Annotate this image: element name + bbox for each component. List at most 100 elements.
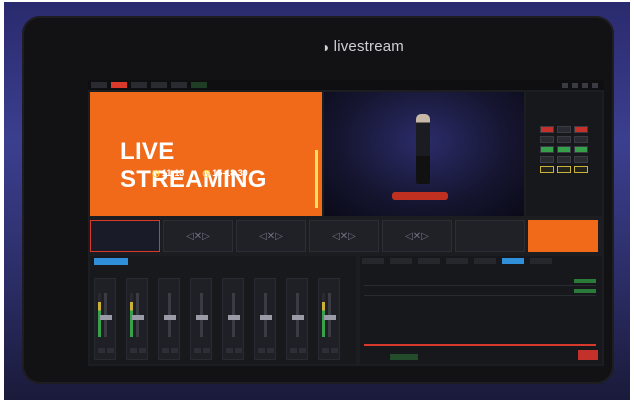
audio-mixer	[90, 256, 356, 364]
control-button[interactable]	[540, 126, 554, 133]
audio-strip	[222, 278, 244, 360]
preview-times: ◷ 11-13 ◷ 15-18.30	[152, 168, 248, 179]
list-item[interactable]	[364, 276, 596, 286]
mute-button[interactable]	[130, 348, 137, 353]
empty-source-icon: ◁✕▷	[186, 230, 210, 242]
control-button[interactable]	[574, 136, 588, 143]
solo-button[interactable]	[171, 348, 178, 353]
control-button[interactable]	[574, 166, 588, 173]
control-button[interactable]	[540, 166, 554, 173]
solo-button[interactable]	[331, 348, 338, 353]
preview-monitor[interactable]: LIVE STREAMING ◷ 11-13 ◷ 15-18.30	[90, 92, 322, 216]
fader-knob[interactable]	[132, 315, 144, 320]
source-thumbnails: ◁✕▷ ◁✕▷ ◁✕▷ ◁✕▷	[90, 220, 602, 254]
empty-source-icon: ◁✕▷	[405, 230, 429, 242]
mute-button[interactable]	[322, 348, 329, 353]
fader-knob[interactable]	[196, 315, 208, 320]
time-slot-2-text: 15-18.30	[212, 168, 248, 178]
graphics-panel	[360, 256, 602, 364]
toolbar-icon[interactable]	[592, 82, 598, 88]
control-button[interactable]	[557, 156, 571, 163]
studio-screen: LIVE STREAMING ◷ 11-13 ◷ 15-18.30 ◁✕▷ ◁✕…	[88, 80, 604, 366]
toolbar-icon[interactable]	[562, 82, 568, 88]
tablet-device: ◗ livestream LIVE STREAMING ◷ 11-13 ◷ 15…	[22, 16, 614, 384]
toolbar-tab[interactable]	[131, 82, 147, 88]
graphics-tab[interactable]	[530, 258, 552, 264]
mute-button[interactable]	[162, 348, 169, 353]
stage-platform	[392, 192, 448, 200]
control-button[interactable]	[557, 136, 571, 143]
control-button[interactable]	[557, 166, 571, 173]
mixer-tab-button[interactable]	[94, 258, 128, 265]
source-thumbnail-empty[interactable]: ◁✕▷	[382, 220, 452, 252]
mute-button[interactable]	[194, 348, 201, 353]
toolbar-icon[interactable]	[582, 82, 588, 88]
control-button[interactable]	[557, 146, 571, 153]
audio-strip	[126, 278, 148, 360]
control-button[interactable]	[574, 156, 588, 163]
empty-source-icon: ◁✕▷	[259, 230, 283, 242]
solo-button[interactable]	[267, 348, 274, 353]
source-thumbnail-empty[interactable]: ◁✕▷	[163, 220, 233, 252]
source-thumbnail-empty[interactable]: ◁✕▷	[309, 220, 379, 252]
toolbar-tab[interactable]	[171, 82, 187, 88]
photo-scene: ◗ livestream LIVE STREAMING ◷ 11-13 ◷ 15…	[4, 2, 630, 400]
solo-button[interactable]	[139, 348, 146, 353]
mute-button[interactable]	[98, 348, 105, 353]
status-badge	[574, 278, 596, 283]
mute-button[interactable]	[258, 348, 265, 353]
control-button[interactable]	[540, 136, 554, 143]
solo-button[interactable]	[107, 348, 114, 353]
audio-strip	[190, 278, 212, 360]
solo-button[interactable]	[299, 348, 306, 353]
fader-knob[interactable]	[164, 315, 176, 320]
control-button[interactable]	[557, 126, 571, 133]
list-item[interactable]	[364, 286, 596, 296]
fader-knob[interactable]	[260, 315, 272, 320]
solo-button[interactable]	[203, 348, 210, 353]
source-thumbnail-empty[interactable]: ◁✕▷	[236, 220, 306, 252]
source-thumbnail-empty[interactable]	[455, 220, 525, 252]
toolbar-icon[interactable]	[572, 82, 578, 88]
audio-strip	[286, 278, 308, 360]
graphics-tab[interactable]	[362, 258, 384, 264]
clock-icon: ◷	[202, 168, 211, 178]
speaker-figure	[416, 114, 430, 184]
control-button[interactable]	[540, 146, 554, 153]
graphics-list	[364, 276, 596, 296]
time-slot-1-text: 11-13	[161, 168, 185, 178]
graphics-tab[interactable]	[418, 258, 440, 264]
fader-knob[interactable]	[228, 315, 240, 320]
fader-knob[interactable]	[324, 315, 336, 320]
program-monitor[interactable]	[324, 92, 524, 216]
stop-button[interactable]	[578, 350, 598, 360]
cue-button[interactable]	[390, 354, 418, 360]
timeline-bar[interactable]	[364, 344, 596, 346]
control-button-grid	[540, 126, 588, 173]
audio-strip	[158, 278, 180, 360]
clock-icon: ◷	[152, 168, 160, 178]
graphics-tab[interactable]	[390, 258, 412, 264]
control-button[interactable]	[574, 146, 588, 153]
toolbar-tab-active[interactable]	[111, 82, 127, 88]
source-thumbnail-live[interactable]	[90, 220, 160, 252]
mute-button[interactable]	[226, 348, 233, 353]
control-button[interactable]	[574, 126, 588, 133]
toolbar-status-tab[interactable]	[191, 82, 207, 88]
toolbar-icons	[562, 82, 604, 88]
brand-logo: ◗ livestream	[322, 38, 404, 55]
time-slot-1: ◷ 11-13	[152, 168, 184, 179]
graphics-tab[interactable]	[446, 258, 468, 264]
solo-button[interactable]	[235, 348, 242, 353]
toolbar-tab[interactable]	[91, 82, 107, 88]
mute-button[interactable]	[290, 348, 297, 353]
preview-level-bar	[315, 150, 318, 208]
status-badge	[574, 288, 596, 293]
graphics-tab-active[interactable]	[502, 258, 524, 264]
toolbar-tab[interactable]	[151, 82, 167, 88]
graphics-tab[interactable]	[474, 258, 496, 264]
source-thumbnail-graphic[interactable]	[528, 220, 598, 252]
control-button[interactable]	[540, 156, 554, 163]
fader-knob[interactable]	[100, 315, 112, 320]
fader-knob[interactable]	[292, 315, 304, 320]
